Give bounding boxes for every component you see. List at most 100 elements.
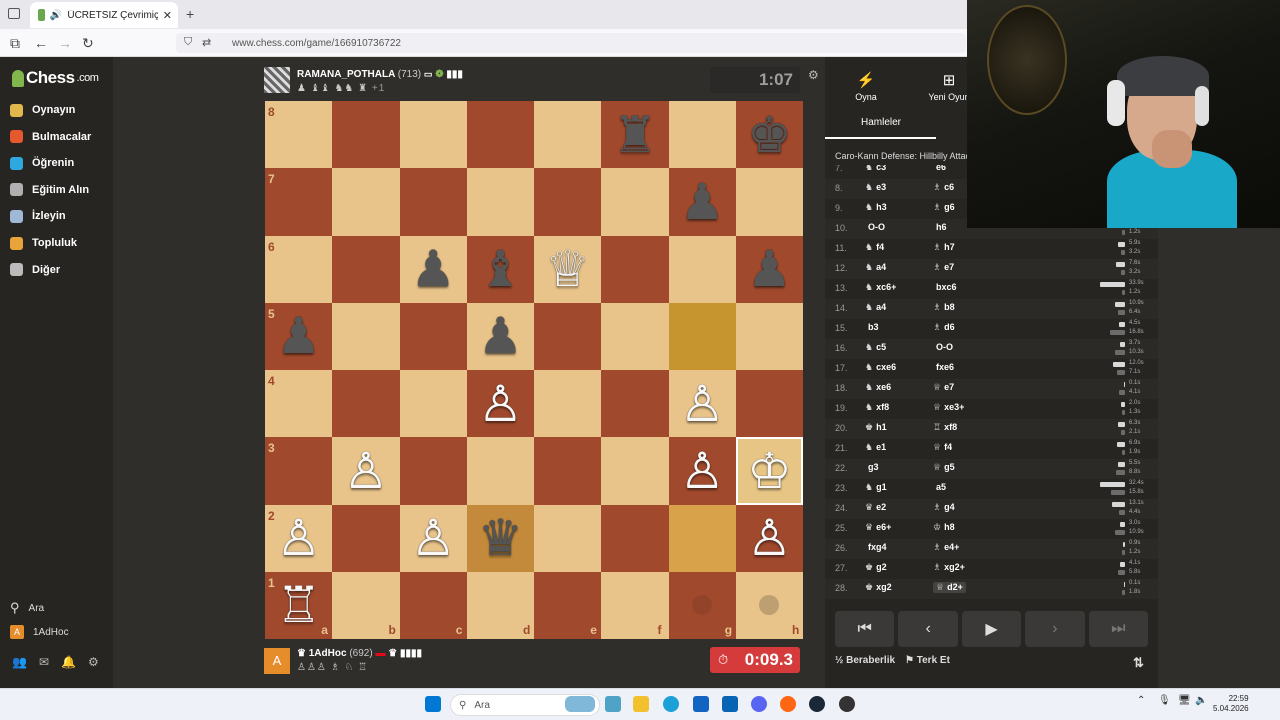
black-move[interactable]: ♗ h7 bbox=[933, 242, 955, 253]
square-b2[interactable] bbox=[332, 504, 400, 572]
square-c4[interactable] bbox=[399, 370, 467, 438]
steam-icon[interactable] bbox=[809, 696, 825, 712]
white-move[interactable]: ♞ e1 bbox=[865, 442, 886, 453]
black-move[interactable]: ♕ f4 bbox=[933, 442, 952, 453]
white-move[interactable]: ♞ c3 bbox=[865, 165, 886, 173]
square-g6[interactable] bbox=[668, 235, 736, 303]
obs-icon[interactable] bbox=[839, 696, 855, 712]
white-move[interactable]: b3 bbox=[865, 322, 879, 332]
square-g2[interactable] bbox=[668, 504, 736, 572]
square-a3[interactable] bbox=[265, 437, 333, 505]
white-move[interactable]: O-O bbox=[865, 222, 885, 232]
white-move[interactable]: ♞ g1 bbox=[865, 482, 887, 493]
black-piece-d5[interactable]: ♟ bbox=[467, 303, 534, 370]
square-e4[interactable] bbox=[534, 370, 602, 438]
black-move[interactable]: ♖ xf8 bbox=[933, 422, 957, 433]
store-icon[interactable] bbox=[693, 696, 709, 712]
square-f6[interactable] bbox=[601, 235, 669, 303]
square-b6[interactable] bbox=[332, 235, 400, 303]
next-move-button[interactable]: › bbox=[1025, 611, 1085, 647]
first-move-button[interactable]: ⏮ bbox=[835, 611, 895, 647]
square-e7[interactable] bbox=[534, 168, 602, 236]
white-move[interactable]: ♞ xc6+ bbox=[865, 282, 896, 293]
file-explorer-icon[interactable] bbox=[633, 696, 649, 712]
user-link[interactable]: A 1AdHoc bbox=[10, 625, 69, 639]
black-move[interactable]: ♗ xg2+ bbox=[933, 562, 965, 573]
white-move[interactable]: ♞ xe6 bbox=[865, 382, 891, 393]
white-move[interactable]: ♚ xg2 bbox=[865, 582, 892, 593]
white-move[interactable]: ♞ cxe6 bbox=[865, 362, 896, 373]
network-icon[interactable]: 🖥 bbox=[1178, 695, 1191, 706]
apps-icon[interactable] bbox=[605, 696, 621, 712]
messages-icon[interactable]: ✉ bbox=[39, 655, 49, 669]
white-move[interactable]: ♚ h1 bbox=[865, 422, 887, 433]
white-move[interactable]: ♞ f4 bbox=[865, 242, 884, 253]
square-d3[interactable] bbox=[466, 437, 534, 505]
square-e3[interactable] bbox=[534, 437, 602, 505]
square-f2[interactable] bbox=[601, 504, 669, 572]
top-player-name[interactable]: RAMANA_POTHALA (713) ▭ ❁ ▮▮▮ bbox=[297, 69, 463, 80]
car-widget-icon[interactable] bbox=[565, 696, 595, 712]
flip-board-icon[interactable]: ⇅ bbox=[1133, 655, 1144, 671]
white-piece-a2[interactable]: ♙ bbox=[265, 505, 332, 572]
white-piece-a1[interactable]: ♖ bbox=[265, 572, 332, 639]
new-tab-icon[interactable]: + bbox=[186, 6, 194, 22]
black-piece-d6[interactable]: ♝ bbox=[467, 236, 534, 303]
white-move[interactable]: g3 bbox=[865, 462, 879, 472]
square-e5[interactable] bbox=[534, 302, 602, 370]
black-move[interactable]: ♗ g4 bbox=[933, 502, 955, 513]
white-piece-g3[interactable]: ♙ bbox=[669, 437, 736, 504]
white-piece-g4[interactable]: ♙ bbox=[669, 370, 736, 437]
square-h7[interactable] bbox=[735, 168, 803, 236]
bottom-player-name[interactable]: ♛ 1AdHoc (692) ▬ ♛ ▮▮▮▮ bbox=[297, 648, 422, 659]
white-piece-d4[interactable]: ♙ bbox=[467, 370, 534, 437]
square-a8[interactable] bbox=[265, 101, 333, 169]
white-piece-c2[interactable]: ♙ bbox=[400, 505, 467, 572]
square-d7[interactable] bbox=[466, 168, 534, 236]
opening-name[interactable]: Caro-Kann Defense: Hillbilly Attack bbox=[835, 151, 975, 161]
white-move[interactable]: fxg4 bbox=[865, 542, 887, 552]
notifications-icon[interactable]: 🔔 bbox=[61, 655, 76, 669]
square-a6[interactable] bbox=[265, 235, 333, 303]
black-move[interactable]: ♔ h8 bbox=[933, 522, 955, 533]
white-move[interactable]: ♚ g2 bbox=[865, 562, 887, 573]
windows-start-icon[interactable] bbox=[425, 696, 441, 712]
board-settings-icon[interactable]: ⚙ bbox=[808, 68, 819, 82]
edge-icon[interactable] bbox=[663, 696, 679, 712]
sidebar-item-i̇zleyin[interactable]: İzleyin bbox=[10, 206, 66, 226]
black-piece-g7[interactable]: ♟ bbox=[669, 168, 736, 235]
white-move[interactable]: ♛ e6+ bbox=[865, 522, 891, 533]
black-move[interactable]: ♗ g6 bbox=[933, 202, 955, 213]
white-move[interactable]: ♞ a4 bbox=[865, 262, 886, 273]
black-move[interactable]: h6 bbox=[933, 222, 947, 232]
black-piece-h6[interactable]: ♟ bbox=[736, 236, 803, 303]
sidebar-item-topluluk[interactable]: Topluluk bbox=[10, 233, 77, 253]
black-move[interactable]: a5 bbox=[933, 482, 946, 492]
top-player-avatar[interactable] bbox=[264, 67, 290, 93]
chess-logo[interactable]: Chess .com bbox=[12, 68, 99, 88]
black-move[interactable]: ♕ d2+ bbox=[933, 582, 966, 593]
close-tab-icon[interactable]: ✕ bbox=[163, 9, 172, 22]
volume-icon[interactable]: 🔈 bbox=[1195, 695, 1207, 706]
settings-icon[interactable]: ⚙ bbox=[88, 655, 99, 669]
microphone-icon[interactable]: 🎙 bbox=[1158, 695, 1171, 706]
outlook-icon[interactable] bbox=[722, 696, 738, 712]
square-e2[interactable] bbox=[534, 504, 602, 572]
square-c8[interactable] bbox=[399, 101, 467, 169]
chevron-up-icon[interactable]: ⌃ bbox=[1137, 695, 1145, 706]
square-h4[interactable] bbox=[735, 370, 803, 438]
black-move[interactable]: O-O bbox=[933, 342, 953, 352]
black-move[interactable]: fxe6 bbox=[933, 362, 954, 372]
previous-move-button[interactable]: ‹ bbox=[898, 611, 958, 647]
firefox-icon[interactable] bbox=[780, 696, 796, 712]
square-f5[interactable] bbox=[601, 302, 669, 370]
square-b5[interactable] bbox=[332, 302, 400, 370]
white-move[interactable]: ♞ e3 bbox=[865, 182, 886, 193]
black-move[interactable]: ♗ c6 bbox=[933, 182, 954, 193]
square-e8[interactable] bbox=[534, 101, 602, 169]
black-move[interactable]: ♕ xe3+ bbox=[933, 402, 964, 413]
black-move[interactable]: ♕ g5 bbox=[933, 462, 955, 473]
tab-list-icon[interactable] bbox=[8, 8, 20, 19]
friends-icon[interactable]: 👥 bbox=[12, 655, 27, 669]
browser-tab[interactable]: 🔊 ÜCRETSİZ Çevrimiçi Satranç ✕ bbox=[30, 2, 178, 28]
